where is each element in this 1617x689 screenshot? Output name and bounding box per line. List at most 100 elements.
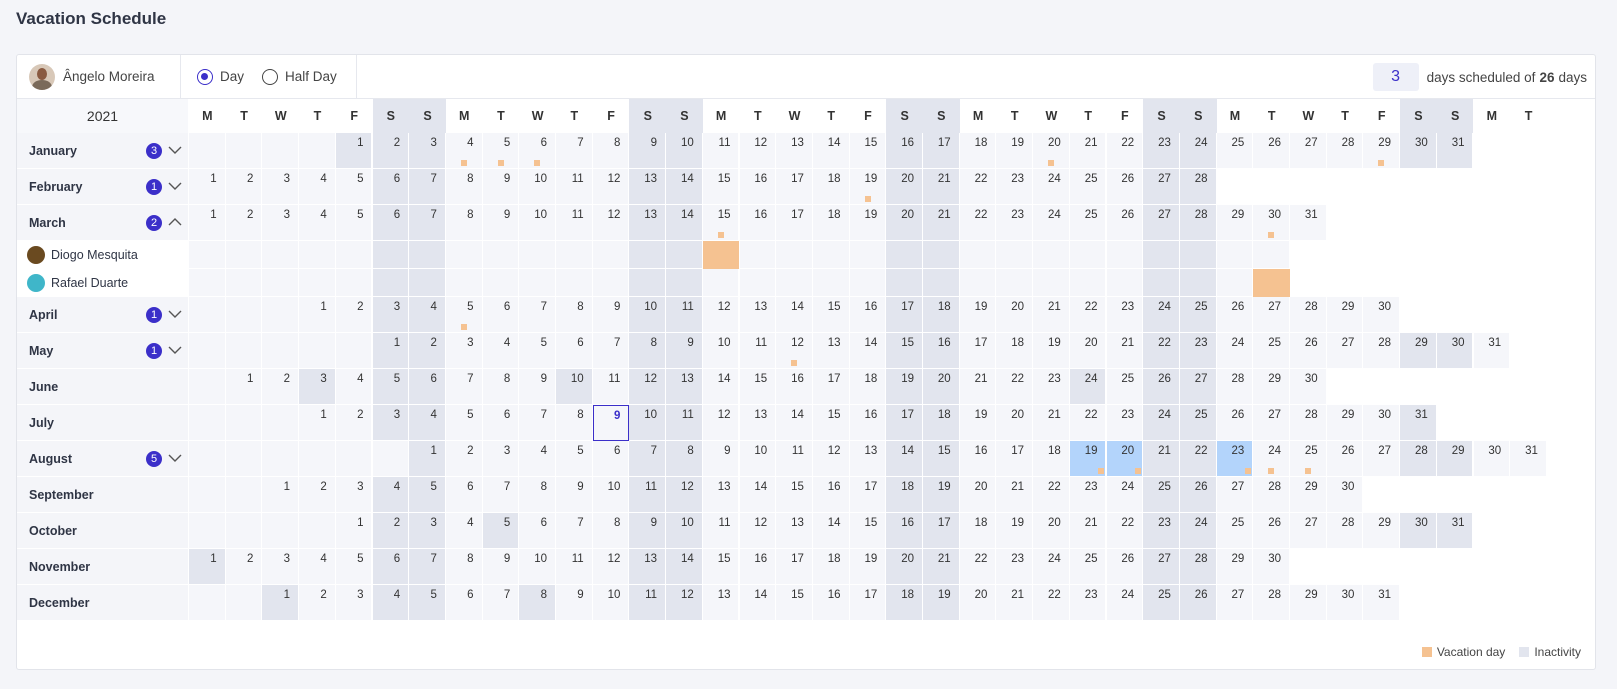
day-cell[interactable]: 14 bbox=[849, 333, 887, 369]
day-cell[interactable]: 28 bbox=[1253, 477, 1290, 513]
day-cell[interactable]: 13 bbox=[776, 513, 813, 549]
day-cell[interactable]: 5 bbox=[482, 513, 520, 549]
day-cell[interactable]: 4 bbox=[299, 549, 336, 585]
day-cell[interactable]: 14 bbox=[666, 549, 703, 585]
day-cell[interactable]: 19 bbox=[959, 297, 997, 333]
day-cell[interactable]: 11 bbox=[702, 133, 740, 169]
chevron-down-icon[interactable] bbox=[168, 453, 182, 463]
day-cell[interactable]: 10 bbox=[702, 333, 740, 369]
day-cell[interactable]: 1 bbox=[299, 405, 336, 441]
day-cell[interactable]: 12 bbox=[592, 169, 630, 205]
day-cell[interactable]: 6 bbox=[445, 585, 483, 621]
day-cell[interactable]: 3 bbox=[262, 549, 300, 585]
day-cell[interactable]: 23 bbox=[996, 549, 1034, 585]
day-cell[interactable]: 4 bbox=[372, 585, 410, 621]
day-cell[interactable]: 5 bbox=[335, 549, 373, 585]
day-cell[interactable]: 9 bbox=[702, 441, 740, 477]
day-cell[interactable]: 1 bbox=[335, 513, 373, 549]
day-cell[interactable]: 27 bbox=[1143, 205, 1180, 241]
day-cell[interactable]: 14 bbox=[812, 513, 850, 549]
day-cell[interactable]: 22 bbox=[1069, 405, 1107, 441]
day-cell[interactable]: 2 bbox=[299, 585, 336, 621]
day-cell[interactable]: 25 bbox=[1179, 405, 1217, 441]
day-cell[interactable]: 27 bbox=[1216, 585, 1254, 621]
day-cell[interactable]: 4 bbox=[409, 297, 446, 333]
day-cell[interactable]: 17 bbox=[776, 205, 813, 241]
chevron-down-icon[interactable] bbox=[168, 181, 182, 191]
chevron-down-icon[interactable] bbox=[168, 345, 182, 355]
day-cell[interactable]: 12 bbox=[776, 333, 813, 369]
day-cell[interactable]: 14 bbox=[776, 297, 813, 333]
day-cell[interactable]: 23 bbox=[1216, 441, 1254, 477]
day-cell[interactable]: 25 bbox=[1179, 297, 1217, 333]
day-cell[interactable]: 26 bbox=[1143, 369, 1180, 405]
chevron-down-icon[interactable] bbox=[168, 145, 182, 155]
day-cell[interactable]: 13 bbox=[776, 133, 813, 169]
day-cell[interactable]: 10 bbox=[519, 169, 556, 205]
day-cell[interactable]: 17 bbox=[849, 585, 887, 621]
day-cell[interactable]: 23 bbox=[1143, 513, 1180, 549]
day-cell[interactable]: 27 bbox=[1290, 133, 1327, 169]
day-cell[interactable]: 9 bbox=[482, 205, 520, 241]
day-cell[interactable]: 11 bbox=[556, 549, 593, 585]
member-vacation-block[interactable] bbox=[702, 241, 740, 269]
day-cell[interactable]: 4 bbox=[299, 169, 336, 205]
day-cell[interactable]: 21 bbox=[923, 169, 960, 205]
day-cell[interactable]: 6 bbox=[592, 441, 630, 477]
day-cell[interactable]: 11 bbox=[629, 585, 667, 621]
day-cell[interactable]: 7 bbox=[519, 297, 556, 333]
day-cell[interactable]: 2 bbox=[445, 441, 483, 477]
day-cell[interactable]: 26 bbox=[1216, 405, 1254, 441]
day-cell[interactable]: 2 bbox=[372, 513, 410, 549]
day-cell[interactable]: 12 bbox=[702, 405, 740, 441]
day-cell[interactable]: 2 bbox=[262, 369, 300, 405]
day-cell[interactable]: 30 bbox=[1253, 549, 1290, 585]
day-cell[interactable]: 16 bbox=[812, 477, 850, 513]
day-cell[interactable]: 15 bbox=[702, 169, 740, 205]
day-cell[interactable]: 19 bbox=[1069, 441, 1107, 477]
day-cell[interactable]: 6 bbox=[372, 205, 410, 241]
day-cell[interactable]: 2 bbox=[225, 205, 263, 241]
day-cell[interactable]: 21 bbox=[923, 205, 960, 241]
day-cell[interactable]: 5 bbox=[335, 169, 373, 205]
day-cell[interactable]: 16 bbox=[849, 297, 887, 333]
day-cell[interactable]: 12 bbox=[592, 549, 630, 585]
day-cell[interactable]: 24 bbox=[1069, 369, 1107, 405]
day-cell[interactable]: 20 bbox=[886, 549, 923, 585]
day-cell[interactable]: 22 bbox=[1179, 441, 1217, 477]
day-cell[interactable]: 24 bbox=[1106, 585, 1144, 621]
day-cell[interactable]: 15 bbox=[739, 369, 777, 405]
day-cell[interactable]: 1 bbox=[225, 369, 263, 405]
day-cell[interactable]: 20 bbox=[1033, 133, 1070, 169]
day-cell[interactable]: 19 bbox=[849, 205, 887, 241]
day-cell[interactable]: 6 bbox=[372, 169, 410, 205]
day-cell[interactable]: 20 bbox=[996, 405, 1034, 441]
day-cell[interactable]: 2 bbox=[225, 549, 263, 585]
day-cell[interactable]: 21 bbox=[996, 477, 1034, 513]
day-cell[interactable]: 23 bbox=[1106, 405, 1144, 441]
day-cell[interactable]: 30 bbox=[1253, 205, 1290, 241]
day-cell[interactable]: 7 bbox=[519, 405, 556, 441]
chevron-down-icon[interactable] bbox=[168, 309, 182, 319]
day-cell[interactable]: 1 bbox=[299, 297, 336, 333]
day-cell[interactable]: 6 bbox=[482, 297, 520, 333]
day-cell[interactable]: 6 bbox=[372, 549, 410, 585]
day-cell[interactable]: 12 bbox=[702, 297, 740, 333]
day-cell[interactable]: 3 bbox=[372, 297, 410, 333]
day-cell[interactable]: 11 bbox=[702, 513, 740, 549]
day-cell[interactable]: 30 bbox=[1363, 297, 1401, 333]
day-cell[interactable]: 20 bbox=[1069, 333, 1107, 369]
day-cell[interactable]: 28 bbox=[1253, 585, 1290, 621]
day-cell[interactable]: 28 bbox=[1290, 405, 1327, 441]
day-cell[interactable]: 15 bbox=[923, 441, 960, 477]
day-cell[interactable]: 29 bbox=[1290, 585, 1327, 621]
day-cell[interactable]: 23 bbox=[1143, 133, 1180, 169]
day-cell[interactable]: 5 bbox=[409, 477, 446, 513]
day-cell[interactable]: 26 bbox=[1106, 549, 1144, 585]
day-cell[interactable]: 27 bbox=[1179, 369, 1217, 405]
day-cell[interactable]: 22 bbox=[959, 169, 997, 205]
day-cell[interactable]: 21 bbox=[959, 369, 997, 405]
day-cell[interactable]: 18 bbox=[886, 477, 923, 513]
day-cell[interactable]: 29 bbox=[1326, 297, 1364, 333]
day-cell[interactable]: 15 bbox=[886, 333, 923, 369]
